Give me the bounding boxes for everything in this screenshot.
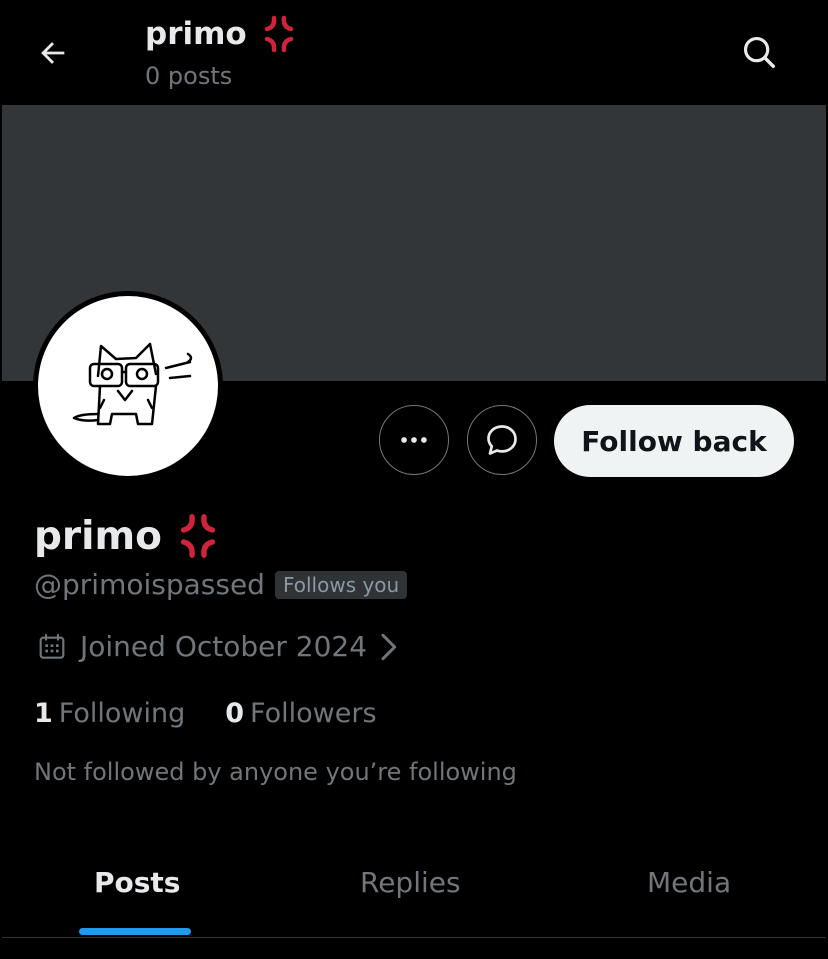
- back-button[interactable]: [30, 30, 76, 76]
- display-name: primo: [34, 512, 222, 560]
- cat-drawing-icon: [72, 342, 193, 426]
- tab-posts[interactable]: Posts: [94, 866, 180, 899]
- handle: @primoispassed: [34, 568, 265, 601]
- joined-date[interactable]: Joined October 2024: [36, 630, 399, 663]
- header-post-count: 0 posts: [145, 62, 233, 90]
- anger-emoji-icon: [259, 14, 299, 54]
- header-title: primo: [145, 14, 299, 54]
- message-icon: [487, 425, 517, 455]
- follows-you-badge: Follows you: [274, 570, 408, 599]
- active-tab-indicator: [79, 928, 191, 935]
- more-button[interactable]: [379, 405, 449, 475]
- follow-stats: 1 Following 0 Followers: [34, 698, 377, 729]
- calendar-icon: [36, 631, 68, 663]
- search-button[interactable]: [735, 28, 783, 76]
- followers-label: Followers: [250, 698, 377, 729]
- followers-count: 0: [225, 698, 245, 729]
- anger-emoji-icon: [174, 512, 222, 560]
- back-arrow-icon: [41, 42, 65, 64]
- avatar-image: [38, 296, 218, 476]
- chevron-right-icon: [377, 632, 399, 662]
- joined-text: Joined October 2024: [80, 630, 368, 663]
- handle-row: @primoispassed Follows you: [34, 568, 408, 601]
- mutual-followers-note: Not followed by anyone you’re following: [34, 758, 517, 786]
- message-button[interactable]: [467, 405, 537, 475]
- more-icon: [401, 437, 427, 443]
- header-title-text: primo: [145, 16, 247, 52]
- tab-replies[interactable]: Replies: [360, 866, 461, 899]
- display-name-text: primo: [34, 513, 162, 559]
- search-icon: [743, 36, 775, 68]
- profile-tabs: Posts Replies Media: [0, 840, 828, 937]
- avatar[interactable]: [33, 291, 223, 481]
- followers-stat[interactable]: 0 Followers: [225, 698, 376, 729]
- following-stat[interactable]: 1 Following: [34, 698, 185, 729]
- top-bar: primo 0 posts: [0, 0, 828, 105]
- following-count: 1: [34, 698, 53, 729]
- tab-media[interactable]: Media: [647, 866, 731, 899]
- following-label: Following: [58, 698, 186, 729]
- follow-back-button[interactable]: Follow back: [554, 405, 794, 477]
- tabs-divider: [2, 937, 826, 938]
